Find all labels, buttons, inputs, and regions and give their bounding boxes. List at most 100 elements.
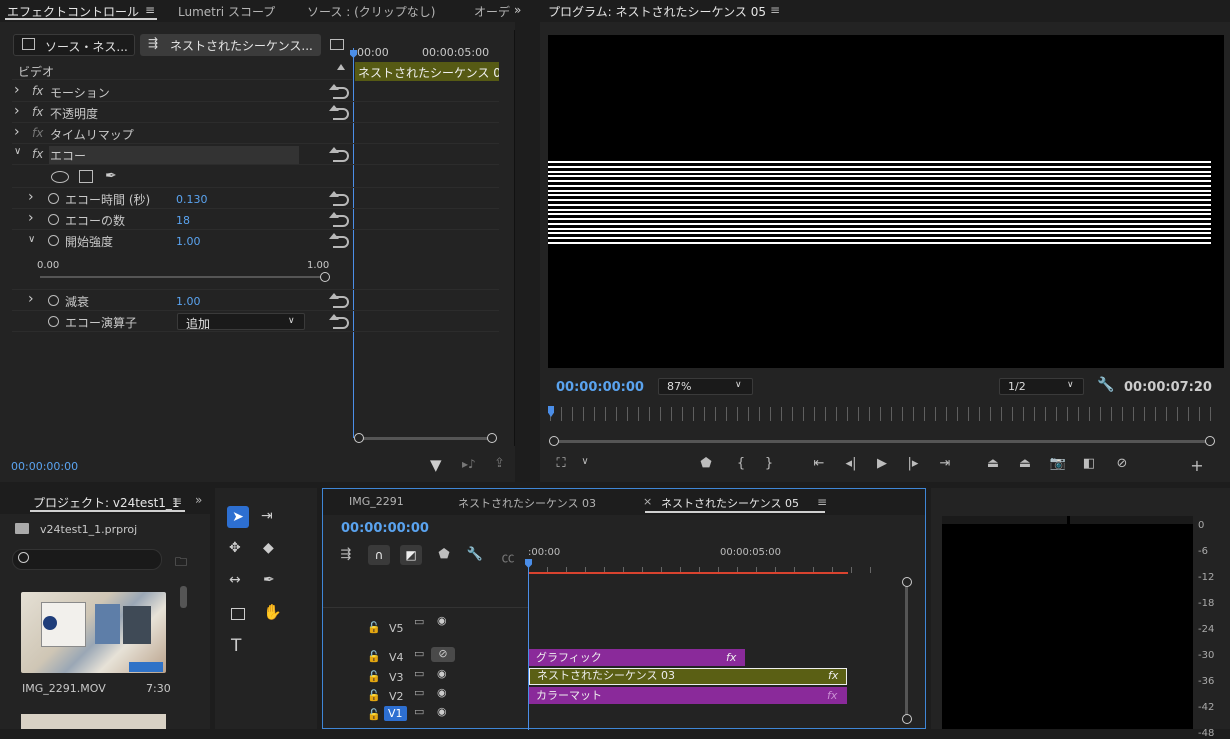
type-tool-icon[interactable]: T (231, 636, 241, 656)
source-clip-button[interactable]: ソース・ネス... (13, 34, 135, 56)
param-value[interactable]: 1.00 (176, 235, 201, 248)
chevron-down-icon[interactable]: ∨ (14, 146, 21, 157)
panel-toggle-icon[interactable] (330, 39, 344, 50)
hand-tool-icon[interactable]: ✋ (263, 603, 282, 621)
proxy-toggle-icon[interactable]: ⊘ (1113, 456, 1131, 471)
export-icon[interactable]: ⇪ (494, 456, 505, 471)
track-select-tool-icon[interactable]: ⇥ (261, 508, 273, 524)
more-tabs-icon[interactable]: » (514, 3, 521, 17)
zoom-dropdown[interactable]: 87% ∨ (658, 378, 753, 395)
tab-menu-icon[interactable]: ≡ (145, 3, 155, 17)
stopwatch-icon[interactable] (48, 316, 59, 327)
tab-nested-seq-05[interactable]: ネストされたシーケンス 05 (661, 495, 799, 511)
reset-icon[interactable] (329, 293, 349, 308)
effect-row-echo[interactable]: ∨ fx エコー (12, 144, 499, 165)
lock-icon[interactable]: 🔓 (367, 621, 381, 634)
effect-row-opacity[interactable]: › fx 不透明度 (12, 102, 499, 123)
effect-row-motion[interactable]: › fx モーション (12, 81, 499, 102)
wrench-icon[interactable]: 🔧 (1097, 377, 1114, 393)
safe-margins-icon[interactable]: ⛶ (552, 456, 570, 471)
collapse-up-icon[interactable] (337, 64, 345, 70)
param-row-echo-operator[interactable]: エコー演算子 追加 ∨ (12, 311, 499, 332)
close-tab-icon[interactable]: × (643, 495, 652, 508)
reset-icon[interactable] (329, 314, 349, 329)
ripple-edit-tool-icon[interactable]: ✥ (229, 540, 241, 556)
sequence-clip-button[interactable]: ⇶ ネストされたシーケンス... (140, 34, 321, 56)
slip-tool-icon[interactable]: ↔ (229, 572, 241, 588)
reset-icon[interactable] (329, 212, 349, 227)
lock-icon[interactable]: 🔓 (367, 708, 381, 721)
project-title[interactable]: プロジェクト: v24test1_1 (33, 494, 180, 511)
effect-row-time-remap[interactable]: › fx タイムリマップ (12, 123, 499, 144)
intensity-slider-handle[interactable] (320, 272, 330, 282)
sync-lock-icon[interactable]: ▭ (414, 705, 424, 718)
lock-icon[interactable]: 🔓 (367, 650, 381, 663)
eye-icon[interactable]: ◉ (437, 686, 447, 699)
tab-source[interactable]: ソース : (クリップなし) (307, 3, 435, 20)
param-value[interactable]: 0.130 (176, 193, 208, 206)
play-icon[interactable]: ▶ (873, 456, 891, 471)
stopwatch-icon[interactable] (48, 193, 59, 204)
scroll-top-handle[interactable] (902, 577, 912, 587)
tab-lumetri-scopes[interactable]: Lumetri スコープ (178, 3, 275, 20)
program-ruler[interactable] (550, 407, 1216, 421)
scroll-bottom-handle[interactable] (902, 714, 912, 724)
program-zoom-bar[interactable] (557, 440, 1211, 443)
step-back-icon[interactable]: ◂| (842, 456, 860, 471)
project-scrollbar[interactable] (180, 586, 187, 608)
rectangle-tool-icon[interactable] (231, 608, 245, 620)
captions-icon[interactable]: ㏄ (499, 547, 517, 566)
chevron-down-icon[interactable]: ∨ (576, 456, 594, 467)
filter-icon[interactable]: ▼ (430, 456, 442, 474)
mark-out-icon[interactable]: } (760, 456, 778, 471)
project-item-thumbnail[interactable] (21, 592, 166, 673)
program-timecode[interactable]: 00:00:00:00 (556, 380, 644, 395)
project-search-input[interactable] (12, 549, 162, 570)
eye-hidden-icon[interactable]: ⊘ (431, 647, 455, 662)
snap-toggle-icon[interactable]: ∩ (368, 545, 390, 565)
camera-icon[interactable]: 📷 (1049, 456, 1067, 471)
fx-icon[interactable]: fx (32, 147, 43, 161)
go-to-in-icon[interactable]: ⇤ (810, 456, 828, 471)
eye-icon[interactable]: ◉ (437, 614, 447, 627)
timeline-vertical-scrollbar[interactable] (905, 583, 908, 718)
tab-img-2291[interactable]: IMG_2291 (349, 495, 404, 508)
track-label-v1[interactable]: V1 (384, 706, 407, 721)
eye-icon[interactable]: ◉ (437, 705, 447, 718)
work-area-bar[interactable] (528, 572, 848, 574)
rectangle-mask-icon[interactable] (79, 170, 93, 183)
zoom-end-handle[interactable] (1205, 436, 1215, 446)
program-title[interactable]: プログラム: ネストされたシーケンス 05 (548, 3, 766, 20)
comparison-view-icon[interactable]: ◧ (1080, 456, 1098, 471)
chevron-right-icon[interactable]: › (14, 103, 20, 119)
lock-icon[interactable]: 🔓 (367, 689, 381, 702)
sync-lock-icon[interactable]: ▭ (414, 647, 424, 660)
reset-icon[interactable] (329, 191, 349, 206)
param-row-echo-count[interactable]: › エコーの数 18 (12, 209, 499, 230)
eye-icon[interactable]: ◉ (437, 667, 447, 680)
wrench-icon[interactable]: 🔧 (466, 547, 484, 562)
new-bin-icon[interactable]: 🗀 (175, 553, 187, 574)
clip-nested-seq-03[interactable]: ネストされたシーケンス 03 fx (529, 668, 847, 685)
param-value[interactable]: 1.00 (176, 295, 201, 308)
reset-icon[interactable] (329, 105, 349, 120)
tab-audio[interactable]: オーデ (474, 3, 510, 20)
more-tabs-icon[interactable]: » (195, 493, 202, 507)
stopwatch-icon[interactable] (48, 214, 59, 225)
timeline-ruler[interactable]: :00:00 00:00:05:00 (528, 545, 908, 575)
chevron-right-icon[interactable]: › (28, 210, 34, 226)
ec-clip-bar[interactable]: ネストされたシーケンス 0 (355, 62, 499, 81)
clip-color-matte[interactable]: カラーマット fx (529, 687, 847, 704)
stopwatch-icon[interactable] (48, 235, 59, 246)
echo-operator-dropdown[interactable]: 追加 ∨ (177, 313, 305, 331)
menu-icon[interactable]: ≡ (172, 494, 182, 508)
sync-lock-icon[interactable]: ▭ (414, 615, 424, 628)
fx-icon[interactable]: fx (32, 84, 43, 98)
linked-selection-icon[interactable]: ◩ (400, 545, 422, 565)
add-marker-icon[interactable]: ⬟ (435, 547, 453, 562)
ec-timecode[interactable]: 00:00:00:00 (11, 460, 78, 473)
reset-icon[interactable] (329, 147, 349, 162)
chevron-right-icon[interactable]: › (28, 291, 34, 307)
pen-mask-icon[interactable]: ✒ (105, 168, 117, 184)
chevron-right-icon[interactable]: › (28, 189, 34, 205)
